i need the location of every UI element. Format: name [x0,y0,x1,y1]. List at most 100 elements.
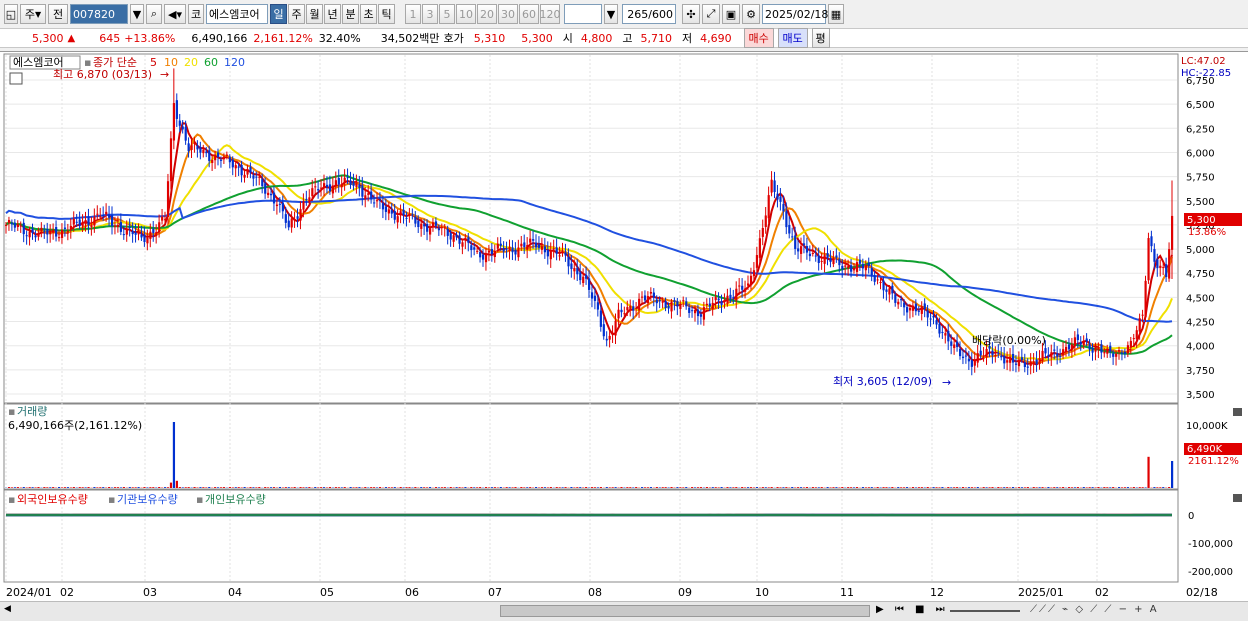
candle-body-155 [461,242,464,247]
period-tab-6[interactable]: 틱 [378,4,395,24]
sell-button[interactable]: 매도 [777,28,808,48]
candle-body-338 [1000,355,1003,358]
search-icon[interactable]: ⌕ [146,4,162,24]
hc-value: HC:-22.85 [1181,68,1231,79]
market-label[interactable]: 코 [188,4,204,24]
volume-bar-172 [511,487,514,488]
zoom-slider[interactable] [950,610,1020,612]
period-tab-2[interactable]: 월 [306,4,323,24]
chart-settings-icon[interactable]: ✣ [682,4,700,24]
gear-icon[interactable]: ⚙ [742,4,760,24]
volume-bar-1 [7,487,11,488]
foreign-holdings-label: 외국인보유수량 [17,493,88,506]
candle-body-156 [464,237,467,241]
interval-button-20[interactable]: 20 [477,4,497,24]
scroll-thumb[interactable] [500,605,870,617]
interval-button-1[interactable]: 1 [405,4,421,24]
volume-bar-219 [649,487,653,488]
stock-code-input[interactable]: 007820 [70,4,128,24]
volume-bar-206 [611,487,614,488]
date-label-9: 10 [755,586,769,599]
stock-chart[interactable]: 6,750 6,500 6,250 6,000 5,750 5,500 5,250 5,000… [0,51,1248,601]
volume-bar-217 [643,487,647,488]
low-label: 저 [681,32,693,45]
candle-body-200 [593,295,597,301]
candle-body-176 [523,242,526,248]
candle-body-206 [611,332,614,335]
candle-body-356 [1053,349,1056,351]
table-icon[interactable] [9,72,23,85]
date-field[interactable]: 2025/02/18 [762,4,828,24]
type-select[interactable]: 주 ▼ [20,4,46,24]
volume-bar-381 [1126,487,1130,488]
interval-button-30[interactable]: 30 [498,4,518,24]
volume-bar-108 [323,487,326,488]
date-label-14: 02/18 [1186,586,1218,599]
volume-bar-77 [231,487,234,488]
investor-close-icon[interactable] [1233,494,1242,502]
volume-bar-21 [66,487,70,488]
avg-button[interactable]: 평 [811,28,830,48]
volume-bar-16 [52,487,55,488]
volume-bar-64 [193,487,196,488]
buy-button[interactable]: 매수 [743,28,774,48]
window-icon[interactable]: ◱ [4,4,18,24]
interval-dropdown-icon[interactable]: ▼ [604,4,618,24]
candle-body-285 [844,265,847,267]
lc-value: LC:47.02 [1181,56,1226,67]
chart-scrollbar[interactable]: ◀ ▶ ⏮ ■ ⏭ ⟋⟋⟋ ⌁ ◇ ⟋ ⟋ − + A [0,601,1248,621]
candle-body-361 [1067,344,1071,350]
volume-bar-195 [579,487,582,488]
volume-bar-8 [28,487,31,488]
interval-button-120[interactable]: 120 [540,4,561,24]
draw-tool-icon[interactable]: ⤢ [702,4,720,24]
candle-body-393 [1162,267,1165,269]
bar-count-field[interactable]: 265/600 [622,4,676,24]
candle-body-357 [1056,353,1059,357]
volume-bar-146 [434,487,438,488]
volume-bar-90 [270,487,273,488]
volume-value: 6,490,166 [191,31,248,45]
playback-controls[interactable]: ▶ ⏮ ■ ⏭ [876,604,949,615]
price-tick-3: 6,000 [1186,148,1215,159]
calendar-icon[interactable]: ▦ [828,4,844,24]
interval-button-10[interactable]: 10 [456,4,476,24]
volume-bar-223 [661,487,664,488]
interval-input[interactable] [564,4,602,24]
candle-body-143 [426,223,429,232]
period-tab-1[interactable]: 주 [288,4,305,24]
investor-tick-2: -200,000 [1188,567,1233,578]
candle-body-187 [555,247,558,254]
candle-body-166 [493,250,496,257]
candle-body-389 [1150,236,1153,247]
candle-body-6 [22,222,25,235]
draw-tools[interactable]: ⟋⟋⟋ ⌁ ◇ ⟋ ⟋ − + A [1030,604,1159,615]
volume-bar-60 [181,487,184,488]
prev-button[interactable]: 전 [48,4,68,24]
volume-bar-182 [540,487,544,488]
code-dropdown-icon[interactable]: ▼ [130,4,144,24]
period-tab-5[interactable]: 초 [360,4,377,24]
period-tab-0[interactable]: 일 [270,4,287,24]
save-icon[interactable]: ▣ [722,4,740,24]
interval-button-5[interactable]: 5 [439,4,455,24]
price-tick-5: 5,500 [1186,197,1215,208]
volume-bar-49 [149,487,152,488]
volume-close-icon[interactable] [1233,408,1242,416]
period-tab-3[interactable]: 년 [324,4,341,24]
volume-bar-201 [596,487,600,488]
interval-button-3[interactable]: 3 [422,4,438,24]
period-tab-4[interactable]: 분 [342,4,359,24]
volume-title: 거래량 [17,405,47,418]
date-label-4: 05 [320,586,334,599]
candle-body-127 [378,199,382,201]
candle-body-390 [1153,249,1156,262]
volume-bar-369 [1091,487,1094,488]
volume-bar-282 [835,487,838,488]
speaker-icon[interactable]: ◀▾ [164,4,186,24]
interval-button-60[interactable]: 60 [519,4,539,24]
volume-bar-19 [60,487,64,488]
scroll-left-icon[interactable]: ◀ [4,604,14,618]
volume-bar-296 [876,487,879,488]
candle-body-111 [331,185,335,194]
